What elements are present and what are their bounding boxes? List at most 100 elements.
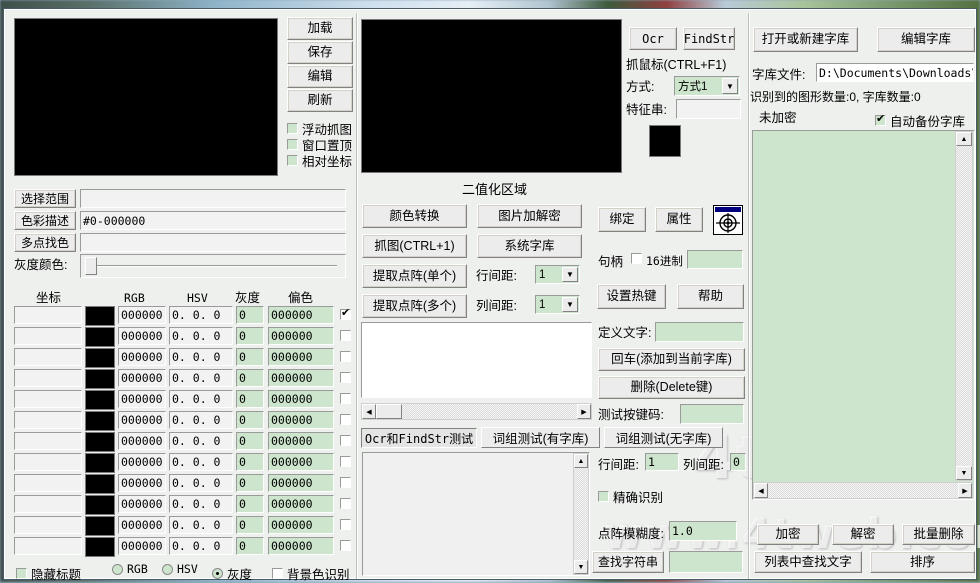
scroll-up-icon[interactable]: ▲ xyxy=(956,132,972,146)
row-enable-checkbox[interactable] xyxy=(340,540,351,551)
feature-string-input[interactable] xyxy=(676,99,741,119)
row-gray-input[interactable]: 0 xyxy=(236,369,264,387)
row-coord-input[interactable] xyxy=(14,474,82,492)
row-hsv-input[interactable]: 0. 0. 0 xyxy=(169,327,233,345)
row-rgb-input[interactable]: 000000 xyxy=(118,327,166,345)
row-rgb-input[interactable]: 000000 xyxy=(118,411,166,429)
row-hsv-input[interactable]: 0. 0. 0 xyxy=(169,474,233,492)
radio-gray[interactable]: 灰度 xyxy=(212,564,252,583)
recognize-row-spacing-input[interactable]: 1 xyxy=(645,453,679,471)
row-gray-input[interactable]: 0 xyxy=(236,306,264,324)
fontlib-file-input[interactable]: D:\Documents\Downloads\dm\ xyxy=(816,63,974,82)
multipoint-color-input[interactable] xyxy=(80,233,346,252)
sort-button[interactable]: 排序 xyxy=(870,551,975,573)
row-rgb-input[interactable]: 000000 xyxy=(118,453,166,471)
row-enable-checkbox[interactable] xyxy=(340,435,351,446)
float-capture-checkbox-box[interactable] xyxy=(287,123,298,134)
row-coord-input[interactable] xyxy=(14,306,82,324)
decrypt-button[interactable]: 解密 xyxy=(832,524,894,545)
recognize-col-spacing-input[interactable]: 0 xyxy=(730,453,746,471)
row-coord-input[interactable] xyxy=(14,432,82,450)
dot-fuzziness-input[interactable]: 1.0 xyxy=(669,521,737,541)
result-vscrollbar[interactable]: ▲ ▼ xyxy=(573,453,589,575)
image-encrypt-button[interactable]: 图片加解密 xyxy=(477,204,582,228)
row-rgb-input[interactable]: 000000 xyxy=(118,369,166,387)
find-in-list-button[interactable]: 列表中查找文字 xyxy=(754,551,862,573)
tab-phrase-test-withlib[interactable]: 词组测试(有字库) xyxy=(481,427,600,448)
bg-recognize-checkbox-box[interactable] xyxy=(272,568,283,579)
extract-dots-multi-button[interactable]: 提取点阵(多个) xyxy=(362,294,467,318)
checkbox-hide-title[interactable]: 隐藏标题 xyxy=(16,564,81,583)
row-offset-input[interactable]: 000000 xyxy=(268,411,334,429)
row-enable-checkbox[interactable] xyxy=(340,498,351,509)
row-hsv-input[interactable]: 0. 0. 0 xyxy=(169,495,233,513)
batch-delete-button[interactable]: 批量删除 xyxy=(902,524,975,545)
crosshair-target-icon[interactable] xyxy=(713,205,743,235)
row-color-swatch[interactable] xyxy=(85,516,115,536)
row-enable-checkbox[interactable] xyxy=(340,307,351,320)
row-enable-checkbox[interactable] xyxy=(340,456,351,467)
row-color-swatch[interactable] xyxy=(85,537,115,557)
bind-button[interactable]: 绑定 xyxy=(598,207,646,232)
radio-hsv[interactable]: HSV xyxy=(162,563,198,576)
color-convert-button[interactable]: 颜色转换 xyxy=(362,204,467,228)
checkbox-auto-backup[interactable]: 自动备份字库 xyxy=(875,111,965,130)
dots-preview-hscrollbar[interactable]: ◀ ▶ xyxy=(361,403,592,420)
binarize-col-spacing-combo[interactable]: 1 ▼ xyxy=(535,295,580,314)
row-offset-input[interactable]: 000000 xyxy=(268,369,334,387)
row-color-swatch[interactable] xyxy=(85,495,115,515)
row-color-swatch[interactable] xyxy=(85,411,115,431)
row-coord-input[interactable] xyxy=(14,369,82,387)
checkbox-relative-coords[interactable]: 相对坐标 xyxy=(287,151,352,170)
tab-ocr-findstr-test[interactable]: Ocr和FindStr测试 xyxy=(361,428,477,448)
row-enable-checkbox[interactable] xyxy=(340,393,351,404)
ocr-button[interactable]: Ocr xyxy=(629,27,677,50)
row-hsv-input[interactable]: 0. 0. 0 xyxy=(169,432,233,450)
row-rgb-input[interactable]: 000000 xyxy=(118,432,166,450)
gray-radio-dot[interactable] xyxy=(212,568,223,579)
row-coord-input[interactable] xyxy=(14,537,82,555)
row-gray-input[interactable]: 0 xyxy=(236,537,264,555)
select-range-input[interactable] xyxy=(80,189,346,208)
scroll-left-icon[interactable]: ◀ xyxy=(362,404,376,419)
fontlib-list-hscrollbar[interactable]: ◀ ▶ xyxy=(753,482,973,499)
property-button[interactable]: 属性 xyxy=(655,207,703,232)
hex-checkbox-box[interactable] xyxy=(631,253,642,264)
encrypt-button[interactable]: 加密 xyxy=(757,524,819,545)
capture-button[interactable]: 抓图(CTRL+1) xyxy=(362,234,467,258)
row-coord-input[interactable] xyxy=(14,495,82,513)
handle-input[interactable] xyxy=(687,250,743,269)
enter-add-button[interactable]: 回车(添加到当前字库) xyxy=(598,348,745,371)
capture-preview-image[interactable] xyxy=(14,18,278,176)
dots-preview-area[interactable] xyxy=(361,322,592,398)
scroll-left-icon[interactable]: ◀ xyxy=(754,483,768,498)
row-hsv-input[interactable]: 0. 0. 0 xyxy=(169,390,233,408)
row-color-swatch[interactable] xyxy=(85,432,115,452)
color-desc-input[interactable]: #0-000000 xyxy=(80,211,346,230)
row-hsv-input[interactable]: 0. 0. 0 xyxy=(169,537,233,555)
scroll-up-icon[interactable]: ▲ xyxy=(574,454,588,468)
extract-dots-single-button[interactable]: 提取点阵(单个) xyxy=(362,264,467,288)
row-offset-input[interactable]: 000000 xyxy=(268,348,334,366)
row-color-swatch[interactable] xyxy=(85,348,115,368)
row-rgb-input[interactable]: 000000 xyxy=(118,306,166,324)
row-offset-input[interactable]: 000000 xyxy=(268,474,334,492)
row-hsv-input[interactable]: 0. 0. 0 xyxy=(169,306,233,324)
row-offset-input[interactable]: 000000 xyxy=(268,495,334,513)
fontlib-list-vscrollbar[interactable]: ▲ ▼ xyxy=(955,131,973,481)
row-rgb-input[interactable]: 000000 xyxy=(118,516,166,534)
auto-backup-checkbox-box[interactable] xyxy=(875,113,886,126)
load-button[interactable]: 加载 xyxy=(287,17,353,40)
hide-title-checkbox-box[interactable] xyxy=(16,568,27,579)
row-gray-input[interactable]: 0 xyxy=(236,495,264,513)
edit-fontlib-button[interactable]: 编辑字库 xyxy=(877,27,975,52)
radio-rgb[interactable]: RGB xyxy=(112,563,148,576)
row-offset-input[interactable]: 000000 xyxy=(268,453,334,471)
row-gray-input[interactable]: 0 xyxy=(236,453,264,471)
row-hsv-input[interactable]: 0. 0. 0 xyxy=(169,453,233,471)
find-string-input[interactable] xyxy=(669,551,743,573)
row-coord-input[interactable] xyxy=(14,516,82,534)
window-topmost-checkbox-box[interactable] xyxy=(287,139,298,150)
row-enable-checkbox[interactable] xyxy=(340,351,351,362)
row-color-swatch[interactable] xyxy=(85,474,115,494)
